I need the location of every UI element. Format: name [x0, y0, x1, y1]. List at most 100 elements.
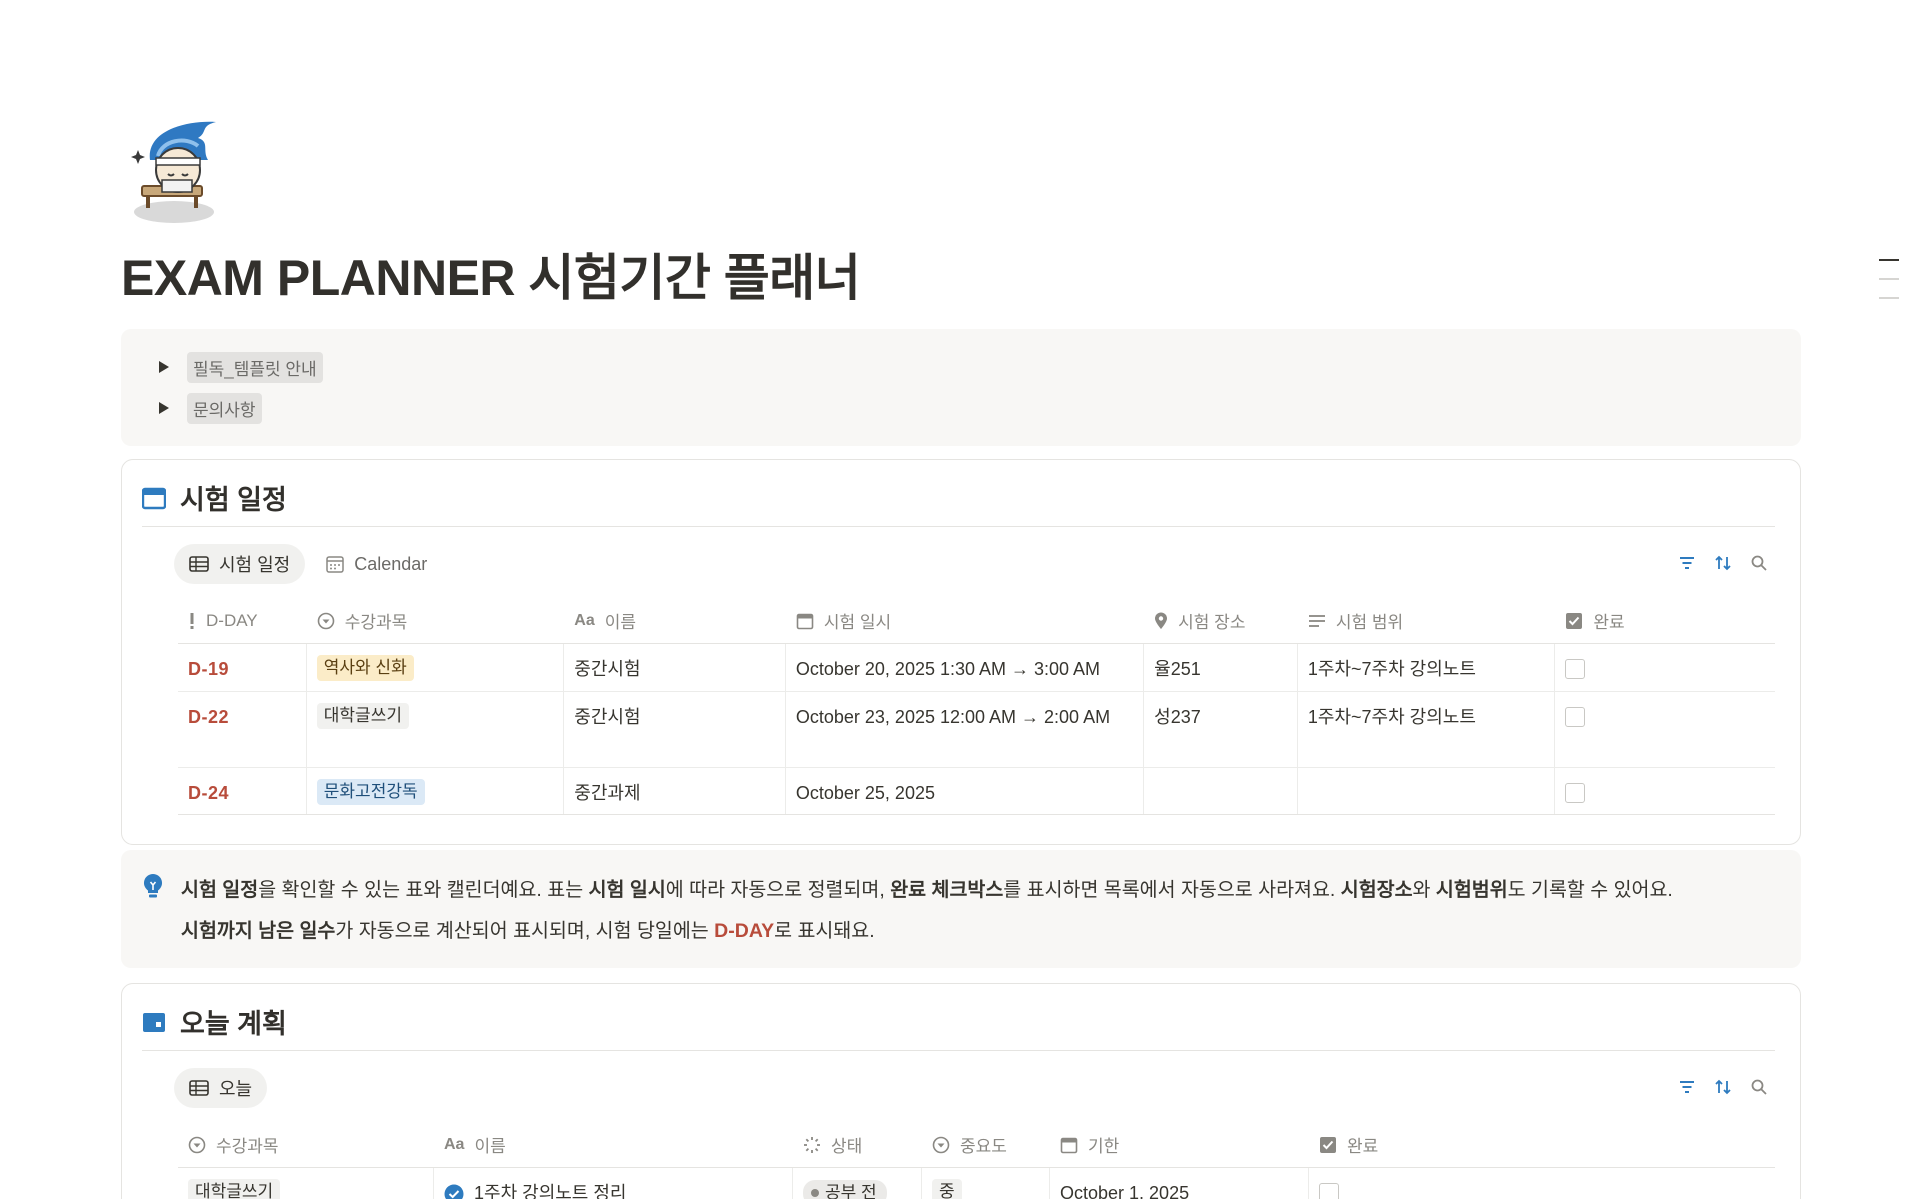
column-done[interactable]: 완료 [1555, 598, 1775, 643]
view-toolbar [1678, 554, 1768, 572]
info-bold: 시험 일시 [588, 879, 666, 901]
today-plan-database: 오늘 계획 오늘 수강과목 Aa 이름 상태 중요도 기한 완료 대학글쓰기 1… [121, 983, 1801, 1199]
database-header: 오늘 계획 [142, 1002, 287, 1041]
column-dday[interactable]: D-DAY [178, 598, 307, 643]
tab-calendar[interactable]: Calendar [311, 544, 442, 584]
column-status[interactable]: 상태 [793, 1122, 922, 1167]
name-cell[interactable]: 중간시험 [564, 692, 786, 767]
select-icon [188, 1136, 206, 1153]
filter-icon[interactable] [1678, 1078, 1696, 1096]
outline-marker[interactable] [1879, 297, 1899, 299]
column-label: 이름 [474, 1137, 506, 1156]
datetime-cell[interactable]: October 23, 2025 12:00 AM → 2:00 AM [786, 692, 1145, 767]
toggle-label: 문의사항 [187, 392, 262, 424]
subject-cell[interactable]: 대학글쓰기 [307, 692, 565, 767]
datetime-cell[interactable]: October 20, 2025 1:30 AM → 3:00 AM [786, 644, 1145, 691]
done-checkbox[interactable] [1565, 783, 1586, 803]
name-cell[interactable]: 1주차 강의노트 정리 [434, 1168, 793, 1199]
tab-exam-schedule[interactable]: 시험 일정 [174, 544, 306, 584]
sort-icon[interactable] [1714, 554, 1732, 572]
toggle-arrow-icon[interactable] [159, 361, 169, 373]
dday-cell: D-22 [178, 692, 307, 767]
table-row[interactable]: 대학글쓰기 1주차 강의노트 정리 공부 전 중 October 1, 2025 [178, 1168, 1775, 1199]
table-row[interactable]: D-19 역사와 신화 중간시험 October 20, 2025 1:30 A… [178, 644, 1775, 692]
page-outline-markers[interactable] [1879, 259, 1899, 316]
column-label: 시험 범위 [1335, 613, 1404, 632]
column-name[interactable]: Aa 이름 [564, 598, 786, 643]
range-cell[interactable] [1298, 768, 1556, 814]
subject-cell[interactable]: 역사와 신화 [307, 644, 565, 691]
subject-tag: 문화고전강독 [316, 779, 425, 805]
column-due[interactable]: 기한 [1050, 1122, 1309, 1167]
toggle-arrow-icon[interactable] [159, 402, 169, 414]
dday-highlight: D-DAY [714, 920, 775, 942]
column-label: D-DAY [206, 610, 258, 630]
outline-marker[interactable] [1879, 278, 1899, 280]
column-label: 수강과목 [216, 1137, 279, 1156]
info-bold: 시험범위 [1435, 879, 1508, 901]
column-range[interactable]: 시험 범위 [1298, 598, 1556, 643]
database-header: 시험 일정 [142, 478, 287, 517]
range-cell[interactable]: 1주차~7주차 강의노트 [1298, 692, 1556, 767]
place-cell[interactable]: 율251 [1144, 644, 1298, 691]
subject-cell[interactable]: 대학글쓰기 [178, 1168, 434, 1199]
page-icon-mascot[interactable] [128, 120, 228, 225]
done-checkbox[interactable] [1565, 707, 1586, 727]
subject-tag: 역사와 신화 [316, 655, 414, 681]
due-cell[interactable]: October 1, 2025 [1050, 1168, 1309, 1199]
location-icon [1155, 612, 1168, 629]
info-span: 로 표시돼요. [774, 920, 875, 942]
subject-tag: 대학글쓰기 [188, 1179, 281, 1199]
check-circle-icon [444, 1184, 464, 1199]
toggle-template-guide[interactable]: 필독_템플릿 안내 [159, 351, 1801, 383]
column-done[interactable]: 완료 [1309, 1122, 1568, 1167]
column-label: 수강과목 [344, 613, 408, 632]
column-place[interactable]: 시험 장소 [1144, 598, 1298, 643]
column-label: 시험 장소 [1178, 613, 1246, 632]
subject-tag: 대학글쓰기 [316, 703, 409, 729]
done-checkbox[interactable] [1565, 659, 1586, 679]
priority-cell[interactable]: 중 [922, 1168, 1050, 1199]
column-label: 상태 [831, 1137, 863, 1156]
filter-icon[interactable] [1678, 554, 1696, 572]
info-line-2: 시험까지 남은 일수가 자동으로 계산되어 표시되며, 시험 당일에는 D-DA… [181, 911, 1801, 952]
column-subject[interactable]: 수강과목 [178, 1122, 434, 1167]
outline-marker[interactable] [1879, 259, 1899, 261]
subject-cell[interactable]: 문화고전강독 [307, 768, 565, 814]
table-row[interactable]: D-24 문화고전강독 중간과제 October 25, 2025 [178, 768, 1775, 815]
view-toolbar [1678, 1078, 1768, 1096]
status-cell[interactable]: 공부 전 [793, 1168, 922, 1199]
exam-schedule-database: 시험 일정 시험 일정 Calendar D-DAY 수강과목 Aa 이름 시험… [121, 459, 1801, 845]
datetime-cell[interactable]: October 25, 2025 [786, 768, 1145, 814]
calendar-view-icon [326, 556, 344, 573]
column-datetime[interactable]: 시험 일시 [786, 598, 1144, 643]
column-priority[interactable]: 중요도 [922, 1122, 1050, 1167]
sort-icon[interactable] [1714, 1078, 1732, 1096]
page-title: EXAM PLANNER 시험기간 플래너 [121, 250, 861, 306]
done-checkbox[interactable] [1319, 1183, 1339, 1199]
column-subject[interactable]: 수강과목 [307, 598, 565, 643]
lightbulb-icon [143, 873, 163, 898]
select-icon [317, 612, 335, 629]
view-tabs: 오늘 [174, 1068, 273, 1108]
tab-label: 오늘 [219, 1079, 253, 1099]
search-icon[interactable] [1750, 1078, 1768, 1096]
range-cell[interactable]: 1주차~7주차 강의노트 [1298, 644, 1556, 691]
name-cell[interactable]: 중간시험 [564, 644, 786, 691]
date-icon [796, 613, 814, 629]
tab-today[interactable]: 오늘 [174, 1068, 268, 1108]
column-name[interactable]: Aa 이름 [434, 1122, 793, 1167]
status-icon [804, 1136, 820, 1153]
name-cell[interactable]: 중간과제 [564, 768, 786, 814]
info-bold: 시험까지 남은 일수 [181, 920, 336, 942]
place-cell[interactable] [1144, 768, 1298, 814]
done-cell [1555, 768, 1775, 814]
table-row[interactable]: D-22 대학글쓰기 중간시험 October 23, 2025 12:00 A… [178, 692, 1775, 768]
calendar-today-icon [143, 1012, 165, 1032]
today-table: 수강과목 Aa 이름 상태 중요도 기한 완료 대학글쓰기 1주차 강의노트 정… [178, 1122, 1775, 1199]
toggle-inquiry[interactable]: 문의사항 [159, 392, 1801, 424]
search-icon[interactable] [1750, 554, 1768, 572]
database-title[interactable]: 시험 일정 [180, 478, 287, 517]
database-title[interactable]: 오늘 계획 [180, 1002, 287, 1041]
place-cell[interactable]: 성237 [1144, 692, 1298, 767]
